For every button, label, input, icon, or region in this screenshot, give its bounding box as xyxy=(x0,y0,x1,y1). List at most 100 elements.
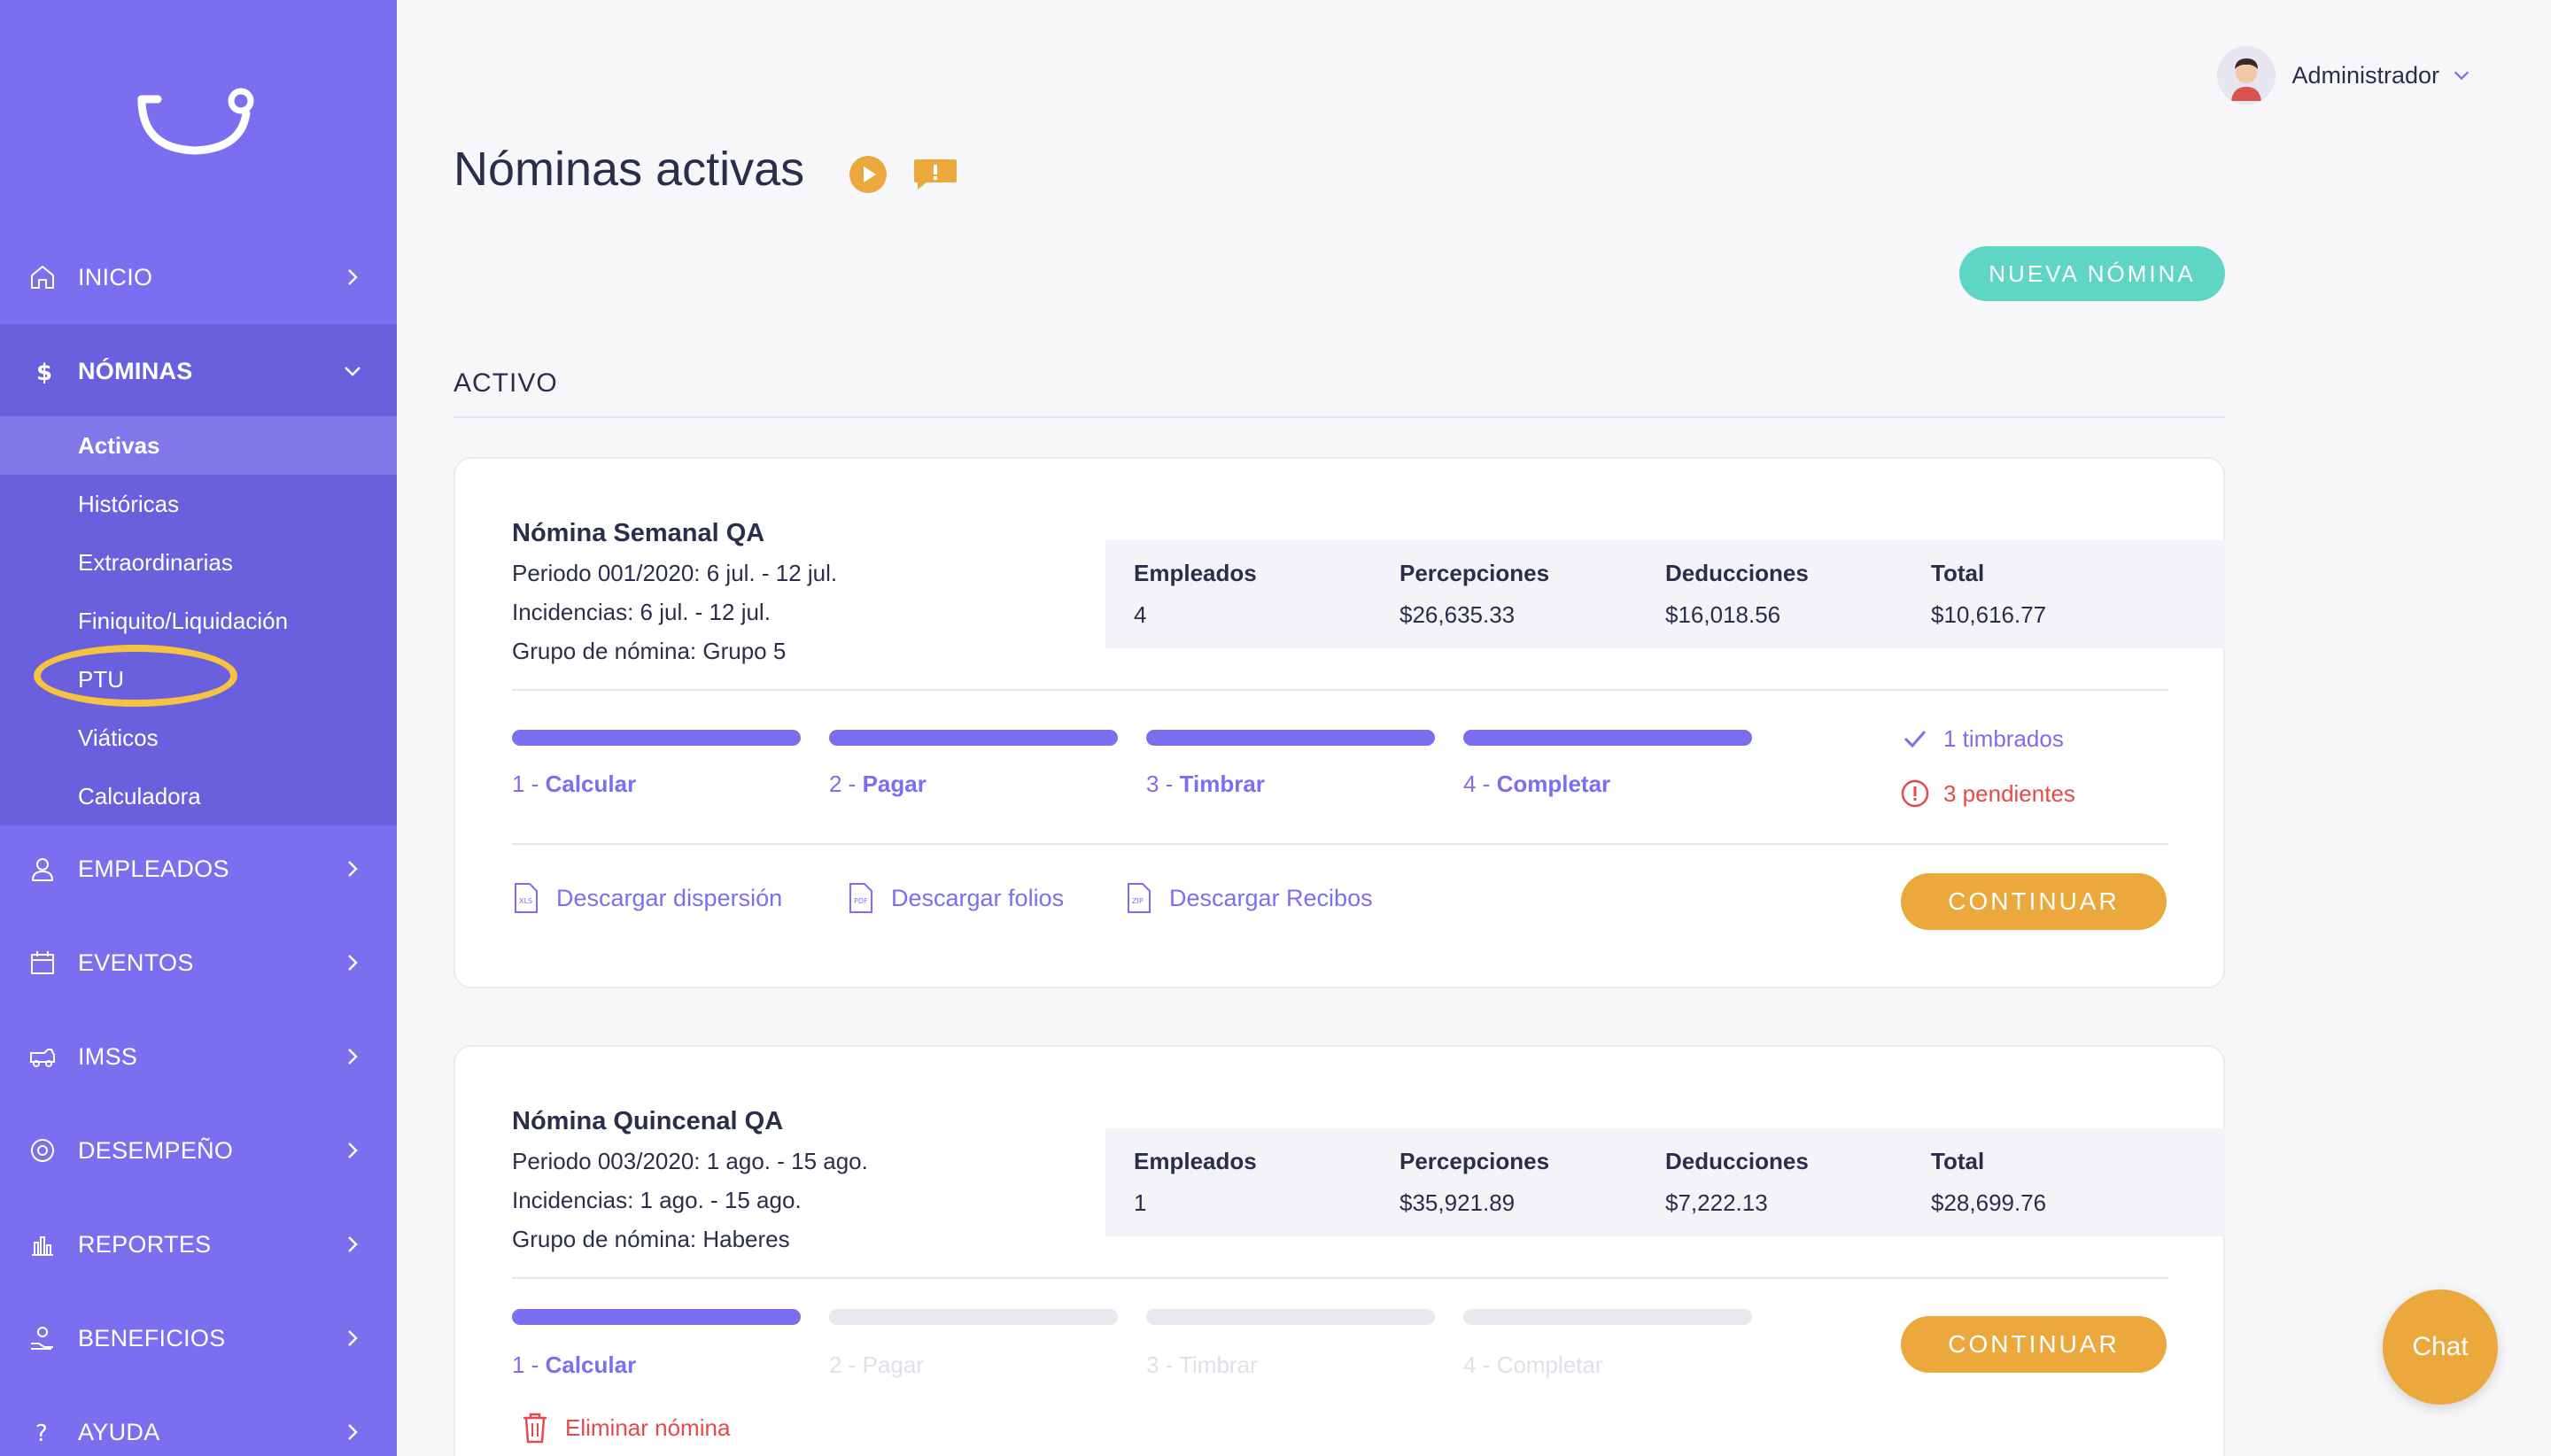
sidebar-item-ayuda[interactable]: ? AYUDA xyxy=(0,1385,397,1456)
step-calcular[interactable]: 1 - Calcular xyxy=(512,1351,636,1379)
sidebar-item-label: AYUDA xyxy=(78,1418,160,1445)
home-icon xyxy=(27,261,58,293)
sidebar-item-label: EMPLEADOS xyxy=(78,855,229,882)
sidebar-item-label: INICIO xyxy=(78,263,153,290)
stat-employees: Empleados 1 xyxy=(1134,1148,1257,1217)
continue-button[interactable]: CONTINUAR xyxy=(1901,873,2167,930)
sidebar-item-inicio[interactable]: INICIO xyxy=(0,230,397,324)
sidebar-item-reportes[interactable]: REPORTES xyxy=(0,1197,397,1291)
stamped-text: 1 timbrados xyxy=(1943,724,2064,752)
sidebar: INICIO $ NÓMINAS Activas Históricas Extr… xyxy=(0,0,397,1456)
section-divider xyxy=(454,416,2225,418)
step-progress-bar xyxy=(1463,1309,1752,1325)
stamped-status[interactable]: 1 timbrados xyxy=(1901,724,2064,753)
card-divider xyxy=(512,1277,2168,1279)
sidebar-item-label: REPORTES xyxy=(78,1230,212,1258)
chevron-right-icon xyxy=(348,955,358,971)
stat-label: Deducciones xyxy=(1665,560,1809,586)
stat-label: Percepciones xyxy=(1400,560,1550,586)
check-icon xyxy=(1904,731,1927,748)
stat-value: 4 xyxy=(1134,601,1147,628)
submenu-item-extraordinarias[interactable]: Extraordinarias xyxy=(0,533,397,592)
chat-button[interactable]: Chat xyxy=(2383,1289,2498,1405)
sidebar-item-empleados[interactable]: EMPLEADOS xyxy=(0,822,397,916)
calendar-icon xyxy=(27,947,58,979)
step-completar[interactable]: 4 - Completar xyxy=(1463,771,1610,798)
chevron-down-icon xyxy=(345,367,361,376)
delete-payroll-link[interactable]: Eliminar nómina xyxy=(521,1412,730,1444)
sidebar-item-nominas[interactable]: $ NÓMINAS xyxy=(0,324,397,418)
stat-total: Total $28,699.76 xyxy=(1931,1148,2046,1217)
step-timbrar: 3 - Timbrar xyxy=(1146,1351,1258,1379)
submenu-item-finiquito[interactable]: Finiquito/Liquidación xyxy=(0,592,397,650)
download-recibos-link[interactable]: ZIP Descargar Recibos xyxy=(1125,882,1373,914)
stat-label: Empleados xyxy=(1134,1148,1257,1174)
stat-total: Total $10,616.77 xyxy=(1931,560,2046,629)
download-folios-link[interactable]: PDF Descargar folios xyxy=(847,882,1064,914)
pending-status[interactable]: 3 pendientes xyxy=(1901,779,2075,808)
step-label: Timbrar xyxy=(1179,1351,1258,1378)
chevron-right-icon xyxy=(348,1330,358,1346)
section-title: ACTIVO xyxy=(454,368,558,398)
step-number: 2 - xyxy=(829,771,863,797)
payroll-name: Nómina Semanal QA xyxy=(512,519,765,547)
card-divider xyxy=(512,689,2168,691)
step-progress-bar xyxy=(829,730,1118,746)
step-progress-bar xyxy=(1463,730,1752,746)
stat-label: Deducciones xyxy=(1665,1148,1809,1174)
step-label: Calcular xyxy=(545,1351,637,1378)
sidebar-item-label: EVENTOS xyxy=(78,949,194,976)
submenu-item-calculadora[interactable]: Calculadora xyxy=(0,767,397,825)
sidebar-item-eventos[interactable]: EVENTOS xyxy=(0,916,397,1010)
stat-value: 1 xyxy=(1134,1189,1147,1216)
sidebar-item-beneficios[interactable]: BENEFICIOS xyxy=(0,1291,397,1385)
step-timbrar[interactable]: 3 - Timbrar xyxy=(1146,771,1265,798)
step-number: 4 - xyxy=(1463,1351,1497,1378)
feedback-icon[interactable] xyxy=(912,158,958,193)
user-menu[interactable]: Administrador xyxy=(2217,46,2471,105)
ptu-highlight-ring xyxy=(34,645,237,707)
pending-text: 3 pendientes xyxy=(1943,779,2075,807)
stat-deductions: Deducciones $7,222.13 xyxy=(1665,1148,1809,1217)
payroll-stats: Empleados 1 Percepciones $35,921.89 Dedu… xyxy=(1105,1128,2225,1236)
continue-button[interactable]: CONTINUAR xyxy=(1901,1316,2167,1373)
stat-deductions: Deducciones $16,018.56 xyxy=(1665,560,1809,629)
payroll-period: Periodo 001/2020: 6 jul. - 12 jul. xyxy=(512,560,838,586)
sidebar-item-desempeno[interactable]: DESEMPEÑO xyxy=(0,1104,397,1197)
step-label: Completar xyxy=(1496,771,1611,797)
step-pagar: 2 - Pagar xyxy=(829,1351,924,1379)
download-dispersion-link[interactable]: XLS Descargar dispersión xyxy=(512,882,782,914)
ambulance-icon xyxy=(27,1041,58,1073)
avatar xyxy=(2217,46,2276,105)
play-video-icon[interactable] xyxy=(849,155,888,194)
stat-value: $7,222.13 xyxy=(1665,1189,1768,1216)
user-name: Administrador xyxy=(2291,61,2439,89)
page-title: Nóminas activas xyxy=(454,143,805,196)
download-label: Descargar Recibos xyxy=(1169,884,1373,911)
stat-label: Total xyxy=(1931,1148,1985,1174)
new-payroll-button[interactable]: NUEVA NÓMINA xyxy=(1959,246,2225,301)
sidebar-item-label: BENEFICIOS xyxy=(78,1324,226,1351)
step-completar: 4 - Completar xyxy=(1463,1351,1603,1379)
submenu-item-activas[interactable]: Activas xyxy=(0,416,397,475)
user-icon xyxy=(27,853,58,885)
step-calcular[interactable]: 1 - Calcular xyxy=(512,771,636,798)
submenu-item-historicas[interactable]: Históricas xyxy=(0,475,397,533)
sidebar-item-label: DESEMPEÑO xyxy=(78,1136,234,1164)
chevron-right-icon xyxy=(348,1424,358,1440)
stat-value: $16,018.56 xyxy=(1665,601,1781,628)
step-progress-bar xyxy=(1146,1309,1435,1325)
stat-perceptions: Percepciones $35,921.89 xyxy=(1400,1148,1549,1217)
step-pagar[interactable]: 2 - Pagar xyxy=(829,771,927,798)
app-logo[interactable] xyxy=(133,80,266,168)
stat-label: Percepciones xyxy=(1400,1148,1550,1174)
step-progress-bar xyxy=(512,730,801,746)
submenu-item-viaticos[interactable]: Viáticos xyxy=(0,709,397,767)
sidebar-item-imss[interactable]: IMSS xyxy=(0,1010,397,1104)
gift-hand-icon xyxy=(27,1322,58,1354)
chevron-right-icon xyxy=(348,1142,358,1158)
step-number: 4 - xyxy=(1463,771,1497,797)
step-label: Timbrar xyxy=(1179,771,1265,797)
chevron-right-icon xyxy=(348,861,358,877)
svg-text:ZIP: ZIP xyxy=(1132,897,1144,905)
